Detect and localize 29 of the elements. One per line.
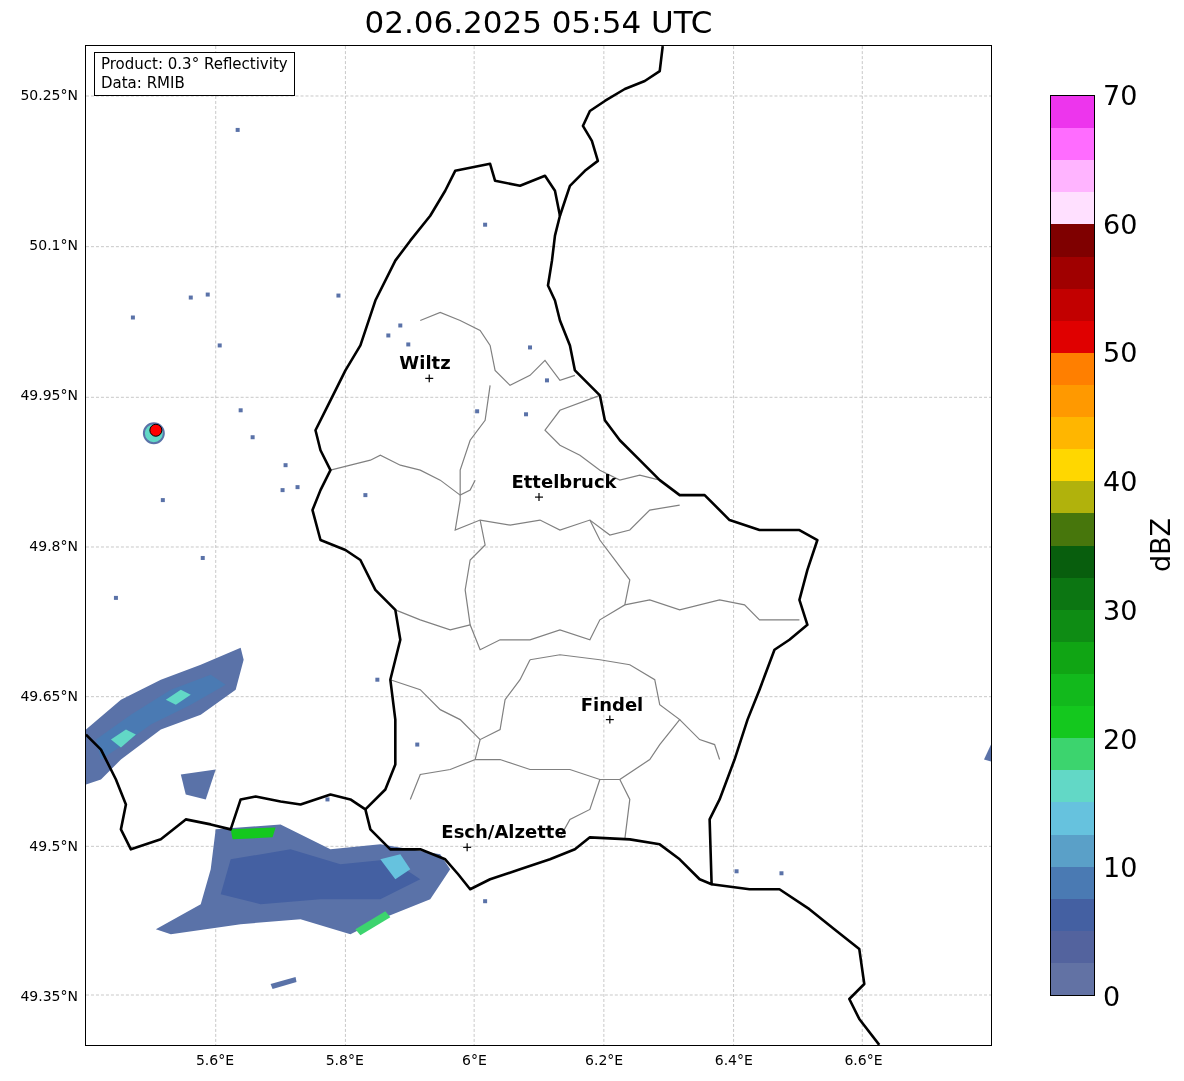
colorbar-tick-label: 20 — [1103, 725, 1138, 753]
colorbar-tick-label: 10 — [1103, 853, 1138, 881]
city-label: Wiltz — [399, 354, 451, 372]
info-text: Product: 0.3° Reflectivity — [101, 55, 288, 74]
colorbar-tick-label: 50 — [1103, 338, 1138, 366]
latitude-label: 50.1°N — [29, 235, 78, 255]
longitude-label: 6°E — [462, 1051, 487, 1070]
colorbar-tick-label: 60 — [1103, 210, 1138, 238]
colorbar-tick-label: 30 — [1103, 596, 1138, 624]
longitude-label: 6.4°E — [714, 1051, 753, 1070]
longitude-label: 5.6°E — [195, 1051, 235, 1070]
longitude-label: 5.8°E — [325, 1051, 364, 1070]
chart-title: 02.06.2025 05:54 UTC — [364, 7, 713, 38]
longitude-label: 6.2°E — [585, 1051, 624, 1070]
info-text: Data: RMIB — [101, 74, 186, 93]
latitude-label: 49.65°N — [20, 686, 78, 706]
colorbar-label: dBZ — [1146, 517, 1174, 573]
city-label: Findel — [580, 696, 644, 714]
longitude-label: 6.6°E — [844, 1051, 883, 1070]
latitude-label: 50.25°N — [20, 85, 78, 105]
latitude-label: 49.8°N — [29, 536, 78, 556]
latitude-label: 49.35°N — [20, 986, 78, 1006]
latitude-label: 49.5°N — [29, 836, 78, 856]
colorbar-tick-label: 40 — [1103, 467, 1138, 495]
colorbar-tick-label: 70 — [1103, 81, 1138, 109]
city-label: Ettelbruck — [511, 473, 617, 491]
latitude-label: 49.95°N — [20, 385, 78, 405]
colorbar-tick-label: 0 — [1103, 982, 1121, 1010]
city-label: Esch/Alzette — [441, 823, 567, 841]
